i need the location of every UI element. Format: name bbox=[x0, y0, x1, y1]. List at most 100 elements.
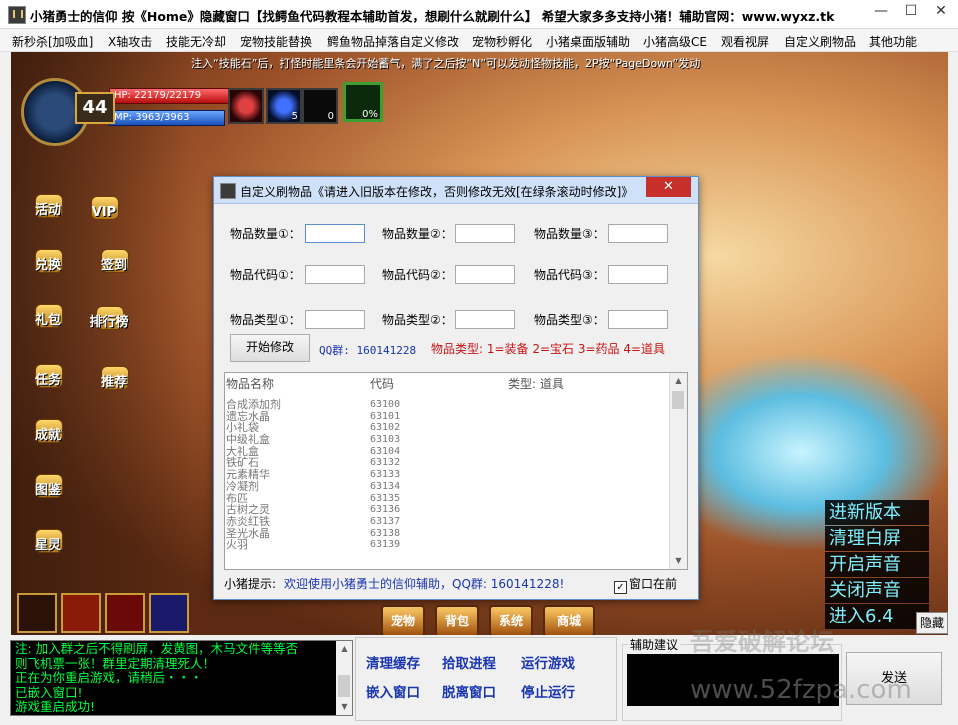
recommend-icon[interactable]: 推荐 bbox=[91, 364, 137, 402]
list-item[interactable]: 圣光水晶 63138 bbox=[225, 527, 665, 540]
qty-2-label: 物品数量②： bbox=[382, 227, 453, 241]
ranking-icon[interactable]: 排行榜 bbox=[86, 304, 132, 342]
list-item[interactable]: 遗忘水晶 63101 bbox=[225, 410, 665, 423]
menu-crocodile-drop[interactable]: 鳄鱼物品掉落自定义修改 bbox=[327, 33, 459, 50]
window-on-top-checkbox[interactable]: ✓ 窗口在前 bbox=[614, 575, 677, 594]
menu-watch-video[interactable]: 观看视屏 bbox=[721, 33, 769, 50]
scroll-down-icon[interactable]: ▼ bbox=[336, 699, 352, 715]
dialog-status-bar: 小猪提示: 欢迎使用小猪勇士的信仰辅助，QQ群: 160141228! ✓ 窗口在… bbox=[222, 575, 688, 594]
app-icon bbox=[8, 6, 26, 24]
list-item[interactable]: 元素精华 63133 bbox=[225, 469, 665, 481]
item-slot-empty[interactable]: 0 bbox=[302, 88, 338, 124]
enter-v64-button[interactable]: 进入6.4 bbox=[825, 604, 929, 629]
detach-window-button[interactable]: 脱离窗口 bbox=[442, 681, 496, 701]
scroll-up-icon[interactable]: ▲ bbox=[670, 373, 687, 389]
clear-white-screen-button[interactable]: 清理白屏 bbox=[825, 526, 929, 551]
list-item[interactable]: 火羽 63139 bbox=[225, 539, 665, 551]
skill-slot[interactable] bbox=[149, 593, 189, 633]
potion-slot-blue[interactable]: 5 bbox=[266, 88, 302, 124]
codex-icon[interactable]: 图鉴 bbox=[25, 472, 71, 510]
item-name: 中级礼盒 bbox=[226, 433, 270, 447]
system-button[interactable]: 系统 bbox=[489, 605, 533, 635]
close-icon[interactable]: ✕ bbox=[926, 0, 956, 22]
maximize-icon[interactable]: ☐ bbox=[896, 0, 926, 22]
item-code: 63104 bbox=[370, 445, 401, 457]
menu-pet-hatch[interactable]: 宠物秒孵化 bbox=[472, 33, 532, 50]
checkin-icon[interactable]: 签到 bbox=[91, 247, 137, 285]
list-item[interactable]: 赤炎红铁 63137 bbox=[225, 516, 665, 528]
menu-other[interactable]: 其他功能 bbox=[869, 33, 917, 50]
menu-new-kill[interactable]: 新秒杀[加吸血] bbox=[12, 33, 93, 50]
list-item[interactable]: 冷凝剂 63134 bbox=[225, 481, 665, 493]
qty-1-input[interactable] bbox=[305, 224, 365, 243]
quest-icon[interactable]: 任务 bbox=[25, 362, 71, 400]
sound-on-button[interactable]: 开启声音 bbox=[825, 552, 929, 577]
hide-button[interactable]: 隐藏 bbox=[916, 612, 948, 634]
item-code: 63138 bbox=[370, 527, 401, 539]
menu-custom-items[interactable]: 自定义刷物品 bbox=[784, 33, 856, 50]
vip-icon[interactable]: VIP bbox=[81, 194, 127, 232]
new-version-button[interactable]: 进新版本 bbox=[825, 500, 929, 525]
hp-bar: HP: 22179/22179 bbox=[109, 88, 235, 104]
achievement-icon[interactable]: 成就 bbox=[25, 417, 71, 455]
level-badge: 44 bbox=[75, 92, 115, 124]
list-scrollbar[interactable]: ▲ ▼ bbox=[669, 373, 687, 569]
start-modify-button[interactable]: 开始修改 bbox=[230, 334, 310, 362]
checkbox-icon[interactable]: ✓ bbox=[614, 581, 627, 594]
pick-process-button[interactable]: 拾取进程 bbox=[442, 652, 496, 672]
list-item[interactable]: 铁矿石 63132 bbox=[225, 457, 665, 469]
pet-button[interactable]: 宠物 bbox=[381, 605, 425, 635]
menu-no-cooldown[interactable]: 技能无冷却 bbox=[166, 33, 226, 50]
code-3-input[interactable] bbox=[608, 265, 668, 284]
item-code: 63135 bbox=[370, 492, 401, 504]
menu-x-axis-attack[interactable]: X轴攻击 bbox=[108, 33, 152, 50]
type-2-input[interactable] bbox=[455, 310, 515, 329]
potion-slot-red[interactable] bbox=[228, 88, 264, 124]
close-icon[interactable]: ✕ bbox=[646, 177, 691, 197]
gift-icon[interactable]: 礼包 bbox=[25, 302, 71, 340]
col-code-header: 代码 bbox=[370, 377, 395, 391]
log-line: 已嵌入窗口! bbox=[15, 684, 83, 700]
activity-icon[interactable]: 活动 bbox=[25, 192, 71, 230]
list-item[interactable]: 大礼盒 63104 bbox=[225, 446, 665, 458]
bag-button[interactable]: 背包 bbox=[435, 605, 479, 635]
list-item[interactable]: 古树之灵 63136 bbox=[225, 504, 665, 516]
item-code: 63139 bbox=[370, 539, 401, 551]
shop-button[interactable]: 商城 bbox=[543, 605, 595, 635]
quick-panel: 进新版本 清理白屏 开启声音 关闭声音 进入6.4 bbox=[825, 500, 929, 630]
skill-slot[interactable] bbox=[105, 593, 145, 633]
qty-2-input[interactable] bbox=[455, 224, 515, 243]
minimize-icon[interactable]: — bbox=[866, 0, 896, 22]
code-2-input[interactable] bbox=[455, 265, 515, 284]
exchange-icon[interactable]: 兑换 bbox=[25, 247, 71, 285]
item-code-list[interactable]: 物品名称 代码 类型: 道具 合成添加剂 63100 遗忘水晶 63101 小礼袋 631… bbox=[224, 372, 688, 570]
qty-3-input[interactable] bbox=[608, 224, 668, 243]
dialog-title: 自定义刷物品《请进入旧版本在修改，否则修改无效[在绿条滚动时修改]》 bbox=[240, 185, 634, 199]
list-item[interactable]: 布匹 63135 bbox=[225, 492, 665, 505]
list-item[interactable]: 中级礼盒 63103 bbox=[225, 434, 665, 446]
skill-charge-slot[interactable]: 0% bbox=[343, 82, 383, 122]
skill-slot[interactable] bbox=[61, 593, 101, 633]
type-3-input[interactable] bbox=[608, 310, 668, 329]
sound-off-button[interactable]: 关闭声音 bbox=[825, 578, 929, 603]
col-type-header: 类型: 道具 bbox=[508, 377, 564, 391]
scroll-up-icon[interactable]: ▲ bbox=[336, 641, 352, 657]
menu-advanced-ce[interactable]: 小猪高级CE bbox=[643, 33, 707, 50]
code-1-input[interactable] bbox=[305, 265, 365, 284]
run-game-button[interactable]: 运行游戏 bbox=[521, 652, 575, 672]
type-1-input[interactable] bbox=[305, 310, 365, 329]
scroll-down-icon[interactable]: ▼ bbox=[670, 553, 687, 569]
menu-pet-skill-swap[interactable]: 宠物技能替换 bbox=[240, 33, 312, 50]
scroll-thumb[interactable] bbox=[672, 391, 684, 409]
menu-desktop-version[interactable]: 小猪桌面版辅助 bbox=[546, 33, 630, 50]
clear-cache-button[interactable]: 清理缓存 bbox=[366, 652, 420, 672]
stop-running-button[interactable]: 停止运行 bbox=[521, 681, 575, 701]
scroll-thumb[interactable] bbox=[338, 675, 350, 697]
list-item[interactable]: 小礼袋 63102 bbox=[225, 422, 665, 434]
log-scrollbar[interactable]: ▲ ▼ bbox=[336, 641, 352, 715]
embed-window-button[interactable]: 嵌入窗口 bbox=[366, 681, 420, 701]
list-item[interactable]: 合成添加剂 63100 bbox=[225, 399, 665, 411]
item-name: 赤炎红铁 bbox=[226, 514, 270, 528]
star-spirit-icon[interactable]: 星灵 bbox=[25, 527, 71, 565]
skill-slot[interactable] bbox=[17, 593, 57, 633]
